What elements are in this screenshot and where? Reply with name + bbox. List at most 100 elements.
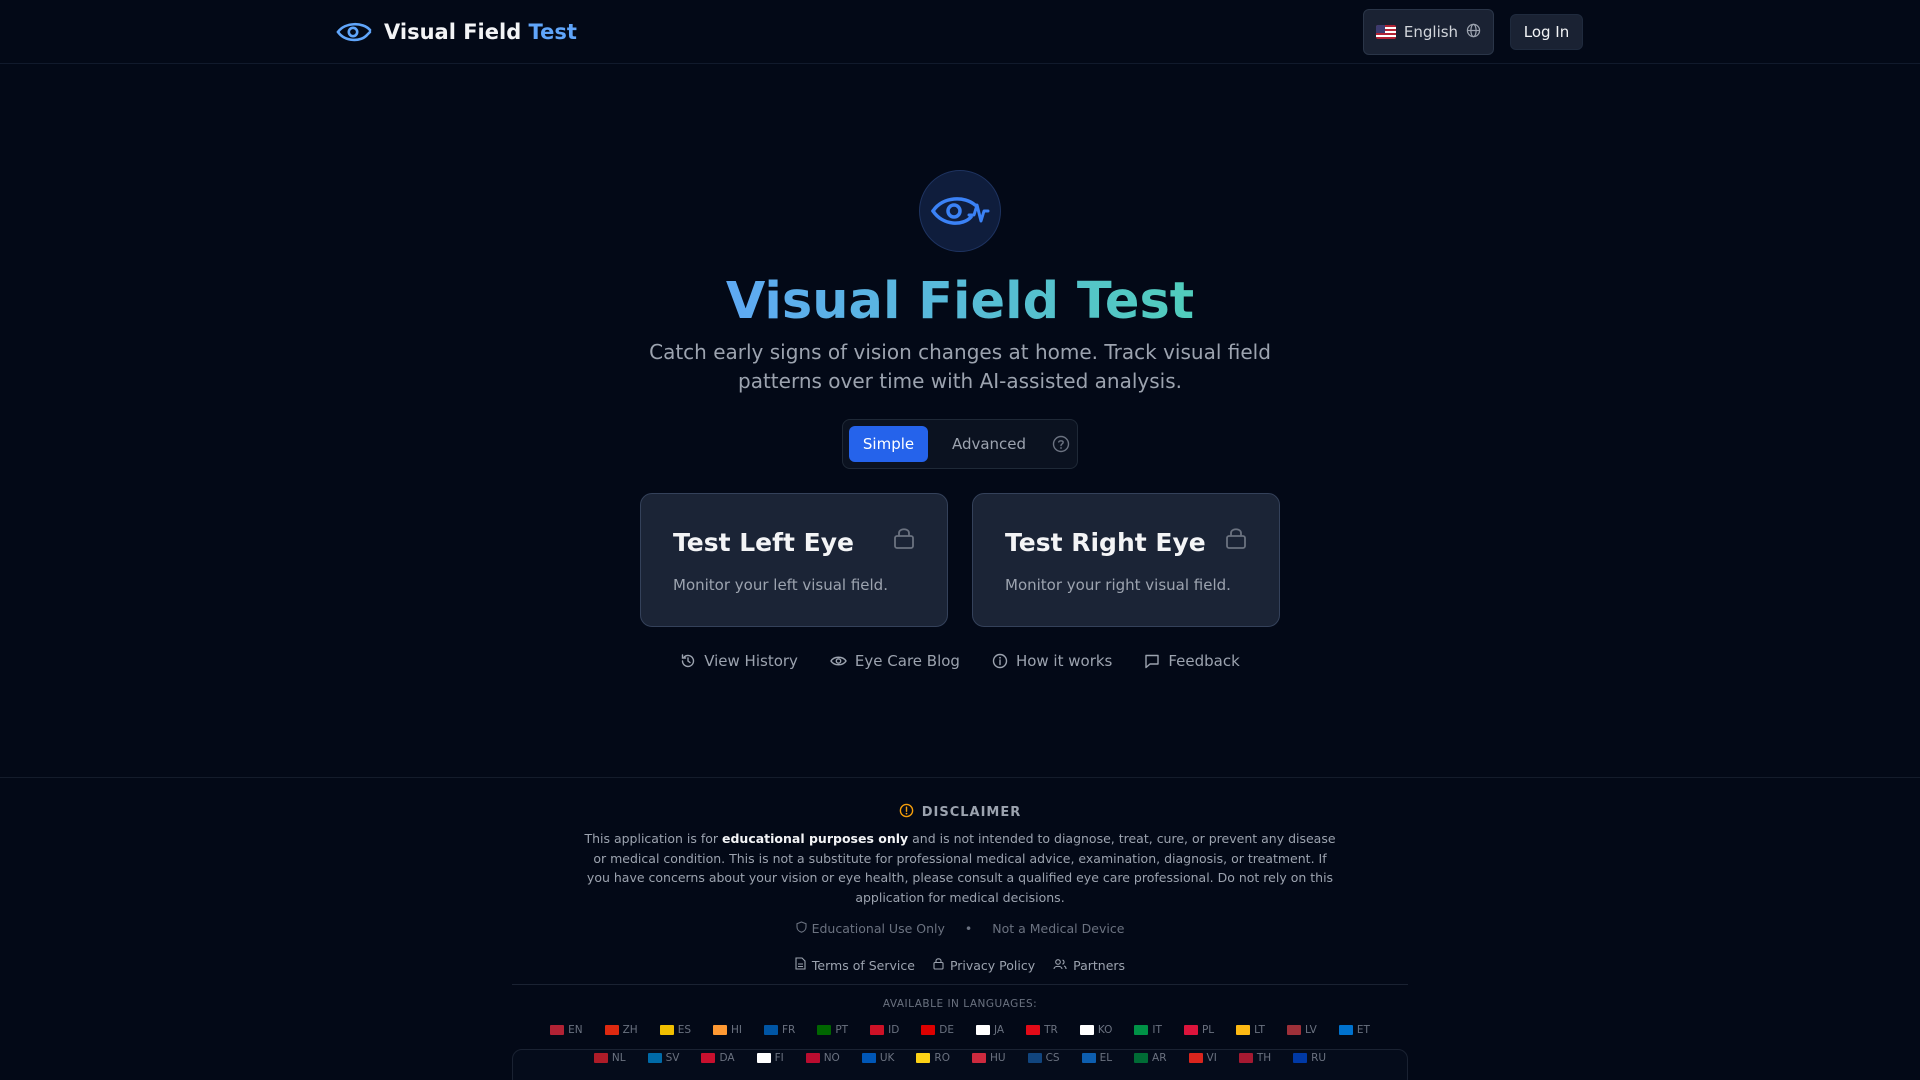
language-link-fr[interactable]: FR — [764, 1024, 795, 1036]
language-link-et[interactable]: ET — [1338, 1024, 1370, 1036]
view-history-link[interactable]: View History — [680, 650, 798, 672]
language-code: ID — [888, 1024, 900, 1036]
language-link-da[interactable]: DA — [701, 1052, 735, 1064]
flag-icon — [701, 1053, 716, 1063]
language-code: TR — [1044, 1024, 1058, 1036]
disclaimer-prefix: This application is for — [584, 831, 722, 846]
brand-name-accent: Test — [528, 20, 577, 44]
language-link-cs[interactable]: CS — [1027, 1052, 1060, 1064]
language-code: VI — [1206, 1052, 1217, 1064]
privacy-label: Privacy Policy — [949, 957, 1036, 973]
language-link-vi[interactable]: VI — [1188, 1052, 1217, 1064]
educational-badge: Educational Use Only — [796, 921, 945, 936]
language-link-fi[interactable]: FI — [756, 1052, 784, 1064]
flag-icon — [604, 1025, 619, 1035]
language-link-nl[interactable]: NL — [593, 1052, 626, 1064]
language-link-en[interactable]: EN — [550, 1024, 583, 1036]
view-history-label: View History — [704, 652, 798, 670]
language-code: JA — [994, 1024, 1005, 1036]
file-text-icon — [795, 957, 806, 973]
history-icon — [680, 653, 696, 669]
flag-icon — [659, 1025, 674, 1035]
test-right-eye-card[interactable]: Test Right Eye Monitor your right visual… — [972, 493, 1280, 627]
language-link-zh[interactable]: ZH — [604, 1024, 638, 1036]
language-link-tr[interactable]: TR — [1026, 1024, 1058, 1036]
eye-care-blog-link[interactable]: Eye Care Blog — [830, 650, 960, 672]
disclaimer-bold: educational purposes only — [722, 831, 909, 846]
flag-icon — [971, 1053, 986, 1063]
language-code: DE — [939, 1024, 955, 1036]
page-title: Visual Field Test — [0, 268, 1920, 336]
feedback-link[interactable]: Feedback — [1144, 650, 1240, 672]
language-link-de[interactable]: DE — [921, 1024, 954, 1036]
flag-icon — [764, 1025, 778, 1035]
language-code: RO — [934, 1052, 950, 1064]
partners-label: Partners — [1073, 957, 1126, 973]
terms-label: Terms of Service — [811, 957, 915, 973]
test-left-eye-description: Monitor your left visual field. — [673, 576, 888, 594]
language-label: English — [1403, 23, 1459, 41]
language-link-hu[interactable]: HU — [971, 1052, 1006, 1064]
help-circle-icon[interactable] — [1052, 435, 1070, 453]
privacy-link[interactable]: Privacy Policy — [933, 957, 1035, 973]
language-code: UK — [879, 1052, 895, 1064]
how-it-works-link[interactable]: How it works — [992, 650, 1112, 672]
alert-circle-icon — [899, 803, 914, 822]
flag-icon — [1079, 1025, 1094, 1035]
flag-icon — [976, 1025, 991, 1035]
brand-logo-link[interactable]: Visual Field Test — [336, 16, 577, 48]
language-code: IT — [1152, 1024, 1162, 1036]
language-code: AR — [1152, 1052, 1167, 1064]
partners-link[interactable]: Partners — [1053, 957, 1125, 973]
language-link-lt[interactable]: LT — [1236, 1024, 1265, 1036]
available-languages-label: AVAILABLE IN LANGUAGES: — [882, 998, 1038, 1010]
mode-advanced-button[interactable]: Advanced — [938, 426, 1040, 462]
language-link-ro[interactable]: RO — [916, 1052, 950, 1064]
terms-link[interactable]: Terms of Service — [795, 957, 915, 973]
language-code: HI — [731, 1024, 742, 1036]
language-code: EN — [568, 1024, 583, 1036]
flag-icon — [1188, 1053, 1203, 1063]
language-code: FR — [782, 1024, 796, 1036]
login-button[interactable]: Log In — [1510, 14, 1583, 50]
test-left-eye-card[interactable]: Test Left Eye Monitor your left visual f… — [640, 493, 948, 627]
flag-icon — [916, 1053, 931, 1063]
language-link-ar[interactable]: AR — [1134, 1052, 1167, 1064]
message-square-icon — [1144, 653, 1160, 669]
language-link-ko[interactable]: KO — [1079, 1024, 1113, 1036]
language-code: KO — [1097, 1024, 1113, 1036]
flag-icon — [1134, 1025, 1149, 1035]
language-link-id[interactable]: ID — [870, 1024, 899, 1036]
flag-icon — [647, 1053, 662, 1063]
flag-icon — [870, 1025, 885, 1035]
eye-logo-icon — [336, 20, 374, 44]
users-icon — [1053, 958, 1067, 973]
language-link-it[interactable]: IT — [1134, 1024, 1162, 1036]
top-header: Visual Field Test English Log In — [0, 0, 1920, 64]
language-link-ja[interactable]: JA — [976, 1024, 1004, 1036]
language-link-pt[interactable]: PT — [817, 1024, 848, 1036]
language-link-es[interactable]: ES — [659, 1024, 691, 1036]
flag-icon — [1134, 1053, 1149, 1063]
eye-icon — [830, 653, 847, 669]
language-link-sv[interactable]: SV — [647, 1052, 679, 1064]
language-selector-button[interactable]: English — [1363, 9, 1494, 55]
language-link-uk[interactable]: UK — [861, 1052, 895, 1064]
mode-toggle: Simple Advanced — [842, 419, 1078, 469]
language-link-th[interactable]: TH — [1238, 1052, 1271, 1064]
language-link-hi[interactable]: HI — [713, 1024, 742, 1036]
language-link-lv[interactable]: LV — [1286, 1024, 1317, 1036]
language-code: DA — [719, 1052, 735, 1064]
language-link-el[interactable]: EL — [1081, 1052, 1112, 1064]
language-link-pl[interactable]: PL — [1183, 1024, 1214, 1036]
language-link-ru[interactable]: RU — [1293, 1052, 1326, 1064]
mode-simple-button[interactable]: Simple — [849, 426, 928, 462]
language-code: PT — [835, 1024, 849, 1036]
disclaimer-badges: Educational Use Only • Not a Medical Dev… — [0, 921, 1920, 936]
lock-icon — [933, 957, 944, 973]
language-link-no[interactable]: NO — [805, 1052, 840, 1064]
test-right-eye-description: Monitor your right visual field. — [1005, 576, 1231, 594]
language-code: ES — [677, 1024, 691, 1036]
not-medical-device-badge: Not a Medical Device — [992, 921, 1125, 936]
feedback-label: Feedback — [1168, 652, 1240, 670]
